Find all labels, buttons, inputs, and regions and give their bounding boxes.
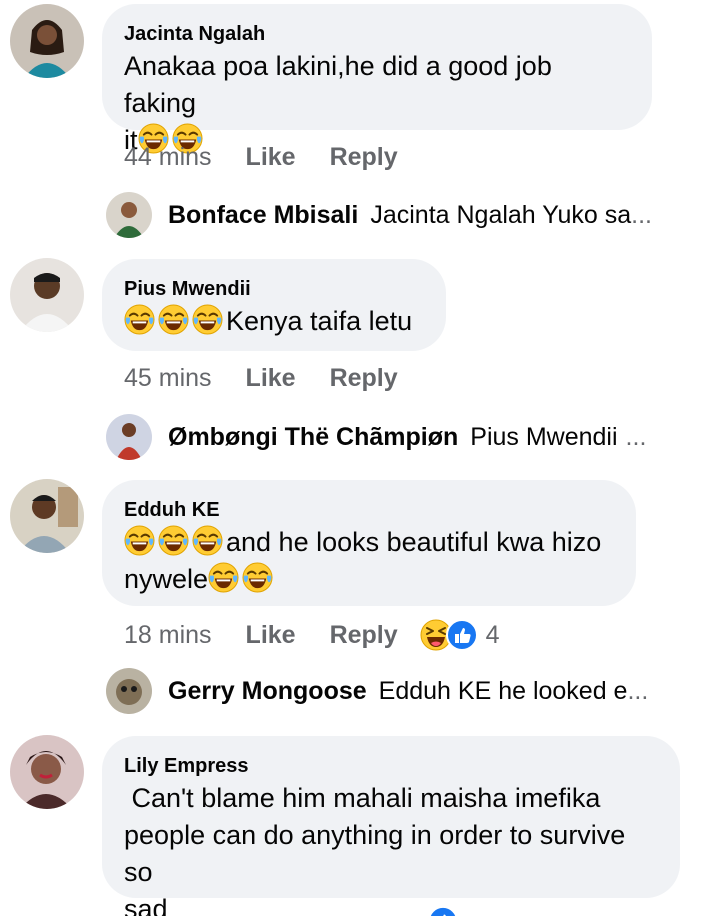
comment-text-fragment: and he looks beautiful kwa hizo bbox=[226, 527, 602, 557]
comment-text: and he looks beautiful kwa hizo nywele bbox=[124, 524, 612, 598]
face-with-tears-of-joy-icon bbox=[124, 525, 155, 556]
comment-text: Can't blame him mahali maisha imefika pe… bbox=[124, 780, 656, 916]
comment-timestamp[interactable]: 44 mins bbox=[124, 143, 212, 172]
reaction-count: 4 bbox=[485, 620, 500, 649]
comment-bubble: Lily Empress Can't blame him mahali mais… bbox=[102, 736, 680, 916]
reactions-summary[interactable]: 4 bbox=[420, 619, 500, 651]
comment-bubble: Jacinta Ngalah Anakaa poa lakini,he did … bbox=[102, 4, 652, 155]
commenter-name[interactable]: Pius Mwendii bbox=[124, 277, 422, 301]
commenter-name[interactable]: Edduh KE bbox=[124, 498, 612, 522]
avatar[interactable] bbox=[10, 258, 84, 332]
reply-preview[interactable]: Bonface Mbisali Jacinta Ngalah Yuko sa..… bbox=[106, 192, 652, 238]
avatar[interactable] bbox=[106, 192, 152, 238]
comment-actions: 45 mins Like Reply bbox=[124, 364, 398, 393]
reply-snippet: Pius Mwendii bbox=[470, 422, 618, 451]
reply-author[interactable]: Gerry Mongoose bbox=[168, 677, 367, 706]
comment-text-fragment: nywele bbox=[124, 564, 209, 594]
face-with-tears-of-joy-icon bbox=[208, 562, 239, 593]
avatar[interactable] bbox=[10, 4, 84, 78]
comment-timestamp[interactable]: 45 mins bbox=[124, 364, 212, 393]
comment-text-line: sad bbox=[124, 894, 168, 916]
like-button[interactable]: Like bbox=[246, 621, 296, 650]
comment-text-line: nywele bbox=[124, 561, 612, 598]
commenter-name[interactable]: Jacinta Ngalah bbox=[124, 22, 628, 46]
comment-text-line: and he looks beautiful kwa hizo bbox=[124, 524, 612, 561]
face-with-tears-of-joy-icon bbox=[192, 525, 223, 556]
ellipsis: ... bbox=[625, 422, 647, 451]
commenter-name[interactable]: Lily Empress bbox=[124, 754, 656, 778]
comment-text-line: Anakaa poa lakini,he did a good job faki… bbox=[124, 51, 552, 118]
comment-bubble: Edduh KE and he looks beautiful kwa hizo… bbox=[102, 480, 636, 606]
comment-timestamp[interactable]: 18 mins bbox=[124, 621, 212, 650]
face-with-tears-of-joy-icon bbox=[242, 562, 273, 593]
avatar[interactable] bbox=[10, 479, 84, 553]
ellipsis: ... bbox=[627, 676, 649, 705]
reply-button[interactable]: Reply bbox=[330, 621, 398, 650]
comment-text-line: people can do anything in order to survi… bbox=[124, 820, 626, 887]
like-reaction-icon bbox=[428, 906, 458, 916]
avatar[interactable] bbox=[106, 668, 152, 714]
comment-text-fragment: Kenya taifa letu bbox=[226, 306, 413, 336]
reply-author[interactable]: Bonface Mbisali bbox=[168, 201, 358, 230]
comment-text: Kenya taifa letu bbox=[124, 303, 422, 340]
comment-actions: 44 mins Like Reply bbox=[124, 143, 398, 172]
comment-text-line: Can't blame him mahali maisha imefika bbox=[124, 783, 601, 813]
face-with-tears-of-joy-icon bbox=[192, 304, 223, 335]
avatar[interactable] bbox=[106, 414, 152, 460]
comment-actions: 18 mins Like Reply 4 bbox=[124, 619, 500, 651]
avatar[interactable] bbox=[10, 735, 84, 809]
reply-button[interactable]: Reply bbox=[330, 143, 398, 172]
like-button[interactable]: Like bbox=[246, 364, 296, 393]
like-button[interactable]: Like bbox=[246, 143, 296, 172]
face-with-tears-of-joy-icon bbox=[158, 525, 189, 556]
comment-bubble: Pius Mwendii Kenya taifa letu bbox=[102, 259, 446, 351]
ellipsis: ... bbox=[631, 200, 652, 229]
reply-preview[interactable]: Gerry Mongoose Edduh KE he looked e... bbox=[106, 668, 648, 714]
reply-preview[interactable]: Ømbøngi Thë Chãmpiøn Pius Mwendii... bbox=[106, 414, 646, 460]
reply-button[interactable]: Reply bbox=[330, 364, 398, 393]
face-with-tears-of-joy-icon bbox=[158, 304, 189, 335]
reply-author[interactable]: Ømbøngi Thë Chãmpiøn bbox=[168, 423, 458, 452]
like-reaction-icon bbox=[446, 619, 478, 651]
reply-snippet: Jacinta Ngalah Yuko sa bbox=[370, 200, 632, 229]
face-with-tears-of-joy-icon bbox=[124, 304, 155, 335]
reply-snippet: Edduh KE he looked e bbox=[378, 676, 628, 705]
